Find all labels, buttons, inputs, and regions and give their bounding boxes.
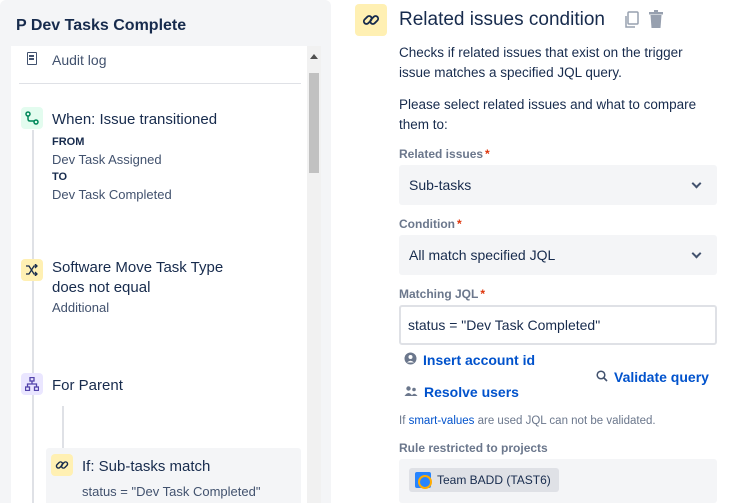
matching-jql-input[interactable]: status = "Dev Task Completed"	[399, 305, 717, 345]
project-tag[interactable]: Team BADD (TAST6)	[409, 468, 559, 492]
to-label: TO	[52, 171, 68, 183]
to-status: Dev Task Completed	[52, 187, 172, 202]
insert-account-id-label: Insert account id	[423, 352, 536, 368]
branch-icon	[21, 373, 43, 395]
description-line1: Checks if related issues that exist on t…	[399, 45, 683, 60]
jql-hint: If smart-values are used JQL can not be …	[399, 415, 656, 427]
project-avatar-icon	[415, 472, 432, 489]
if-node[interactable]: If: Sub-tasks match status = "Dev Task C…	[46, 448, 301, 503]
resolve-users-link[interactable]: Resolve users	[404, 384, 519, 400]
chevron-down-icon	[691, 178, 702, 189]
rule-component-list: Audit log When: Issue transitioned FROM …	[11, 46, 321, 503]
document-icon	[27, 52, 37, 65]
from-label: FROM	[52, 136, 85, 148]
resolve-users-label: Resolve users	[424, 384, 519, 400]
related-issues-select[interactable]: Sub-tasks	[399, 165, 717, 205]
rule-sidebar: P Dev Tasks Complete Audit log When: Iss…	[0, 0, 331, 503]
condition-title-line2: does not equal	[52, 279, 151, 296]
validate-query-label: Validate query	[614, 369, 709, 385]
condition-title-line1: Software Move Task Type	[52, 259, 224, 276]
link-icon	[51, 454, 73, 476]
instruction-line2: them to:	[399, 117, 448, 132]
scrollbar[interactable]	[307, 46, 321, 503]
timeline-connector	[32, 130, 34, 503]
divider	[19, 83, 301, 84]
condition-label: Condition *	[399, 217, 462, 231]
validate-query-button[interactable]: Validate query	[596, 369, 709, 385]
audit-log-item[interactable]: Audit log	[11, 46, 307, 84]
audit-log-label: Audit log	[52, 52, 107, 68]
related-issues-label: Related issues *	[399, 147, 490, 161]
condition-select[interactable]: All match specified JQL	[399, 235, 717, 275]
link-icon	[355, 4, 387, 36]
matching-jql-label: Matching JQL *	[399, 287, 486, 301]
panel-instruction: Please select related issues and what to…	[399, 95, 719, 135]
delete-icon[interactable]	[647, 10, 665, 29]
panel-description: Checks if related issues that exist on t…	[399, 43, 719, 83]
instruction-line1: Please select related issues and what to…	[399, 97, 697, 112]
rule-title: P Dev Tasks Complete	[16, 17, 187, 34]
condition-value: Additional	[52, 300, 110, 315]
copy-icon[interactable]	[624, 11, 640, 29]
related-issues-value: Sub-tasks	[409, 177, 472, 193]
condition-value: All match specified JQL	[409, 247, 556, 263]
description-line2: issue matches a specified JQL query.	[399, 65, 622, 80]
from-status: Dev Task Assigned	[52, 152, 162, 167]
if-node-title: If: Sub-tasks match	[82, 458, 211, 475]
trigger-title: When: Issue transitioned	[52, 111, 218, 128]
scroll-thumb[interactable]	[309, 73, 319, 173]
branch-title: For Parent	[52, 377, 123, 394]
restricted-projects-field: Team BADD (TAST6)	[399, 459, 717, 503]
matching-jql-value: status = "Dev Task Completed"	[408, 317, 601, 333]
if-node-query: status = "Dev Task Completed"	[82, 484, 261, 499]
search-icon	[596, 369, 608, 385]
shuffle-icon	[21, 259, 43, 281]
chevron-down-icon	[691, 248, 702, 259]
restricted-projects-label: Rule restricted to projects	[399, 441, 548, 455]
user-icon	[404, 352, 417, 368]
panel-title: Related issues condition	[399, 9, 605, 30]
insert-account-id-link[interactable]: Insert account id	[404, 352, 535, 368]
scroll-up-arrow-icon[interactable]	[310, 54, 318, 59]
project-tag-label: Team BADD (TAST6)	[437, 473, 551, 487]
people-icon	[404, 384, 418, 400]
transition-icon	[21, 107, 43, 129]
smart-values-link[interactable]: smart-values	[409, 415, 475, 427]
